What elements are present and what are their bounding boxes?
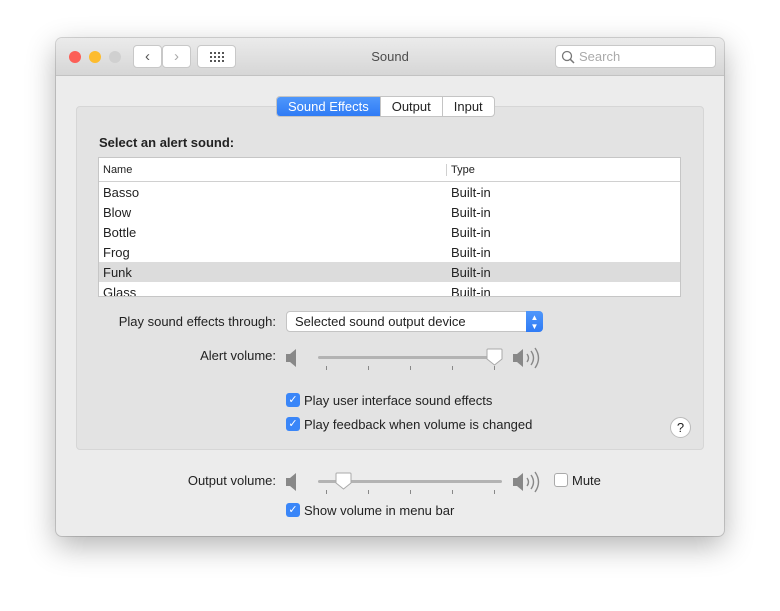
table-row[interactable]: Blow Built-in	[99, 202, 680, 222]
row-type: Built-in	[451, 184, 491, 200]
menu-bar-checkbox[interactable]: ✓	[286, 503, 300, 517]
feedback-label: Play feedback when volume is changed	[304, 417, 533, 432]
mute-label: Mute	[572, 473, 601, 488]
row-name: Glass	[103, 284, 137, 297]
mute-checkbox[interactable]	[554, 473, 568, 487]
slider-tick	[410, 490, 411, 494]
speaker-loud-icon	[512, 471, 546, 496]
slider-tick	[368, 366, 369, 370]
search-icon	[561, 50, 575, 64]
slider-tick	[494, 490, 495, 494]
row-type: Built-in	[451, 264, 491, 280]
table-header: Name Type	[99, 158, 680, 182]
slider-thumb[interactable]	[486, 348, 503, 366]
column-name[interactable]: Name	[99, 163, 447, 176]
play-through-value: Selected sound output device	[295, 314, 466, 329]
search-input[interactable]: Search	[555, 45, 716, 68]
alert-sound-table[interactable]: Name Type Basso Built-in Blow Built-in Bot…	[98, 157, 681, 297]
row-name: Bottle	[103, 224, 137, 240]
title-bar: ‹ › Sound Search	[56, 38, 724, 76]
feedback-checkbox[interactable]: ✓	[286, 417, 300, 431]
row-name: Funk	[103, 264, 132, 280]
alert-volume-label: Alert volume:	[200, 348, 276, 363]
slider-tick	[452, 366, 453, 370]
chevron-updown-icon: ▲ ▼	[526, 311, 543, 332]
slider-tick	[410, 366, 411, 370]
slider-tick	[326, 490, 327, 494]
alert-heading: Select an alert sound:	[99, 135, 235, 150]
tab-sound-effects[interactable]: Sound Effects	[277, 97, 380, 116]
table-row[interactable]: Frog Built-in	[99, 242, 680, 262]
output-volume-label: Output volume:	[187, 473, 276, 488]
sound-preferences-window: ‹ › Sound Search Sound Effects Output In…	[56, 38, 724, 536]
row-type: Built-in	[451, 244, 491, 260]
help-button[interactable]: ?	[670, 417, 691, 438]
play-through-select[interactable]: Selected sound output device ▲ ▼	[286, 311, 543, 332]
speaker-quiet-icon	[285, 471, 319, 496]
ui-sounds-label: Play user interface sound effects	[304, 393, 493, 408]
tab-input[interactable]: Input	[441, 97, 494, 116]
table-row[interactable]: Bottle Built-in	[99, 222, 680, 242]
column-type[interactable]: Type	[447, 164, 475, 176]
table-row[interactable]: Basso Built-in	[99, 182, 680, 202]
row-type: Built-in	[451, 284, 491, 297]
slider-tick	[452, 490, 453, 494]
speaker-quiet-icon	[285, 347, 319, 372]
slider-tick	[326, 366, 327, 370]
tab-bar: Sound Effects Output Input	[276, 96, 495, 117]
ui-sounds-checkbox[interactable]: ✓	[286, 393, 300, 407]
table-row[interactable]: Glass Built-in	[99, 282, 680, 297]
speaker-loud-icon	[512, 347, 546, 372]
slider-tick	[368, 490, 369, 494]
tab-output[interactable]: Output	[379, 97, 442, 116]
table-row-selected[interactable]: Funk Built-in	[99, 262, 680, 282]
question-icon: ?	[676, 420, 685, 435]
row-name: Frog	[103, 244, 130, 260]
slider-thumb[interactable]	[335, 472, 352, 490]
play-through-label: Play sound effects through:	[118, 314, 276, 329]
row-type: Built-in	[451, 224, 491, 240]
menu-bar-label: Show volume in menu bar	[304, 503, 455, 518]
search-placeholder: Search	[579, 49, 621, 64]
row-type: Built-in	[451, 204, 491, 220]
row-name: Blow	[103, 204, 132, 220]
row-name: Basso	[103, 184, 140, 200]
slider-tick	[494, 366, 495, 370]
slider-track[interactable]	[318, 356, 502, 359]
